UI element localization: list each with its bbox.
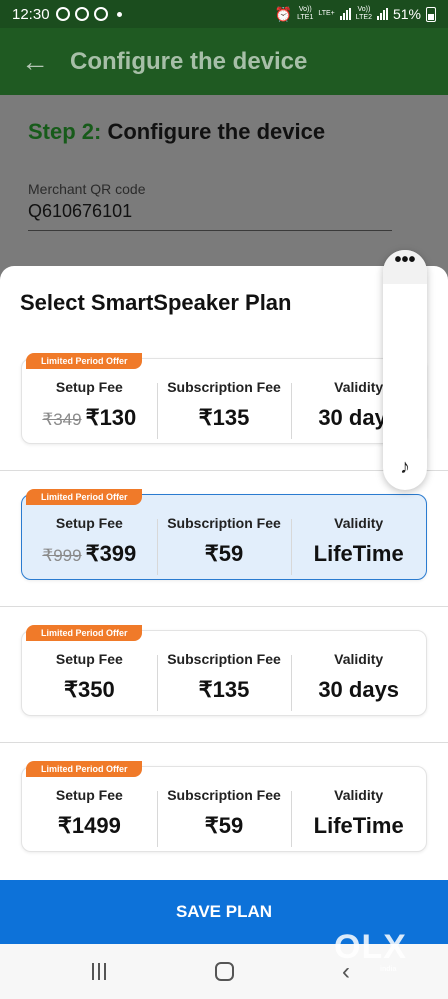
recent-apps-icon[interactable] bbox=[90, 963, 108, 980]
plan-card[interactable]: Limited Period Offer Setup Fee ₹1499 Sub… bbox=[21, 761, 427, 852]
chat-icon bbox=[74, 7, 89, 21]
offer-badge: Limited Period Offer bbox=[26, 625, 142, 641]
signal-sim2-icon bbox=[376, 8, 388, 20]
offer-badge: Limited Period Offer bbox=[26, 761, 142, 777]
subscription-fee-value: ₹135 bbox=[198, 677, 250, 702]
sim2-volte-label: Vo)) bbox=[357, 6, 371, 13]
back-button[interactable]: ← bbox=[0, 28, 70, 95]
plan-card-selected[interactable]: Limited Period Offer Setup Fee ₹999 ₹399 … bbox=[21, 489, 427, 580]
qr-code-label: Merchant QR code bbox=[28, 181, 146, 197]
subscription-fee-value: ₹59 bbox=[204, 541, 244, 566]
validity-label: Validity bbox=[334, 515, 384, 531]
sim1-volte-label: Vo)) bbox=[298, 6, 312, 13]
subscription-fee-value: ₹59 bbox=[204, 813, 244, 838]
watermark-logo-text: OLX bbox=[334, 928, 407, 966]
setup-fee-label: Setup Fee bbox=[55, 651, 123, 667]
signal-sim1-icon bbox=[339, 8, 351, 20]
subscription-fee-label: Subscription Fee bbox=[167, 651, 281, 667]
floating-widget[interactable]: ••• ♪ bbox=[383, 250, 427, 490]
qr-code-field[interactable]: Q610676101 bbox=[28, 201, 392, 231]
offer-badge: Limited Period Offer bbox=[26, 353, 142, 369]
music-note-icon[interactable]: ♪ bbox=[391, 456, 419, 484]
whatsapp-icon bbox=[55, 7, 70, 21]
more-notifications-dot-icon bbox=[116, 11, 122, 17]
configure-page: Step 2: Configure the device Merchant QR… bbox=[0, 95, 448, 270]
divider bbox=[0, 606, 448, 607]
divider bbox=[0, 470, 448, 471]
step-number: Step 2: bbox=[28, 119, 102, 144]
plan-card[interactable]: Limited Period Offer Setup Fee ₹349 ₹130 … bbox=[21, 353, 427, 444]
sim1-network-label: LTE+ bbox=[318, 10, 335, 17]
sim1-lte-label: LTE1 bbox=[297, 14, 314, 21]
offer-badge: Limited Period Offer bbox=[26, 489, 142, 505]
setup-fee-value: ₹1499 bbox=[57, 813, 121, 838]
subscription-fee-label: Subscription Fee bbox=[167, 515, 281, 531]
validity-label: Validity bbox=[334, 787, 384, 803]
setup-fee-label: Setup Fee bbox=[55, 379, 123, 395]
setup-fee-value: ₹130 bbox=[85, 405, 137, 430]
status-time: 12:30 bbox=[12, 5, 50, 23]
alarm-icon: ⏰ bbox=[274, 5, 293, 22]
olx-watermark-logo: OLX india bbox=[334, 928, 407, 973]
validity-value: 30 days bbox=[318, 677, 400, 702]
battery-percent: 51% bbox=[392, 6, 421, 22]
sheet-title: Select SmartSpeaker Plan bbox=[20, 290, 292, 315]
arrow-left-icon: ← bbox=[21, 45, 49, 77]
plan-card[interactable]: Limited Period Offer Setup Fee ₹350 Subs… bbox=[21, 625, 427, 716]
subscription-fee-value: ₹135 bbox=[198, 405, 250, 430]
watermark-sub: india bbox=[380, 966, 397, 973]
validity-value: LifeTime bbox=[313, 813, 404, 838]
setup-fee-value: ₹399 bbox=[85, 541, 137, 566]
old-setup-fee: ₹349 bbox=[42, 410, 82, 429]
setup-fee-label: Setup Fee bbox=[55, 787, 123, 803]
app-notification-icon bbox=[93, 7, 108, 21]
validity-label: Validity bbox=[334, 651, 384, 667]
divider bbox=[0, 742, 448, 743]
subscription-fee-label: Subscription Fee bbox=[167, 787, 281, 803]
battery-icon bbox=[426, 6, 436, 22]
sim2-lte-label: LTE2 bbox=[355, 14, 372, 21]
validity-value: LifeTime bbox=[313, 541, 404, 566]
app-bar: ← Configure the device bbox=[0, 28, 448, 95]
old-setup-fee: ₹999 bbox=[42, 546, 82, 565]
subscription-fee-label: Subscription Fee bbox=[167, 379, 281, 395]
home-icon[interactable] bbox=[215, 962, 234, 981]
step-title: Configure the device bbox=[101, 119, 326, 144]
setup-fee-value: ₹350 bbox=[63, 677, 115, 702]
step-heading: Step 2: Configure the device bbox=[28, 119, 420, 145]
setup-fee-label: Setup Fee bbox=[55, 515, 123, 531]
status-bar: 12:30 ⏰ Vo)) LTE1 LTE+ Vo)) LTE2 51% bbox=[0, 0, 448, 28]
app-bar-title: Configure the device bbox=[70, 47, 308, 75]
